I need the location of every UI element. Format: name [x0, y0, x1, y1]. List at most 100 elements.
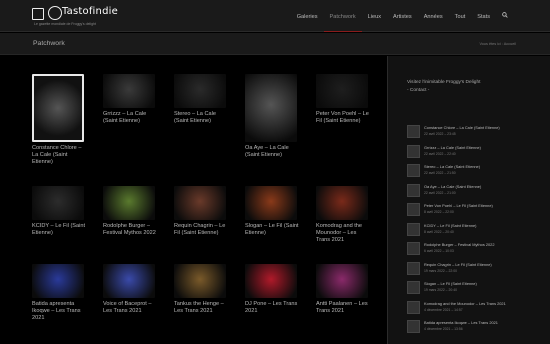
gallery-thumbnail[interactable] — [245, 74, 297, 142]
recent-title[interactable]: Oa Aye – La Cale (Saint Etienne) — [424, 184, 481, 189]
recent-title[interactable]: Constance Chlore – La Cale (Saint Etienn… — [424, 125, 500, 130]
recent-thumbnail[interactable] — [407, 125, 420, 138]
nav-stats[interactable]: Stats — [471, 0, 496, 32]
gallery-thumbnail[interactable] — [103, 264, 155, 298]
gallery-thumbnail[interactable] — [245, 264, 297, 298]
recent-title[interactable]: KCIDY – Le Fil (Saint Etienne) — [424, 223, 476, 228]
recent-thumbnail[interactable] — [407, 300, 420, 314]
recent-title[interactable]: Requin Chagrin – Le Fil (Saint Etienne) — [424, 262, 492, 267]
gallery-thumbnail[interactable] — [316, 74, 368, 108]
recent-thumbnail[interactable] — [407, 144, 420, 158]
search-icon[interactable] — [496, 0, 514, 32]
gallery-tile[interactable]: Peter Von Poehl – Le Fil (Saint Etienne) — [316, 74, 370, 125]
recent-thumbnail[interactable] — [407, 203, 420, 216]
recent-title[interactable]: Slogan – Le Fil (Saint Etienne) — [424, 281, 477, 286]
recent-item[interactable]: KCIDY – Le Fil (Saint Etienne) 8 avril 20… — [407, 222, 547, 242]
sidebar-intro-link[interactable]: Visitez l'inimitable Froggy's Delight — [407, 79, 480, 87]
gallery-caption[interactable]: Batida apresenta Ikoqwe – Les Trans 2021 — [32, 301, 86, 322]
recent-title[interactable]: Komodrag and the Mounodor – Les Trans 20… — [424, 301, 506, 306]
recent-thumbnail[interactable] — [407, 164, 420, 177]
recent-thumbnail[interactable] — [407, 261, 420, 275]
logo-circle-icon — [48, 6, 62, 20]
recent-thumbnail[interactable] — [407, 183, 420, 197]
nav-lieux[interactable]: Lieux — [362, 0, 387, 32]
recent-item[interactable]: Komodrag and the Mounodor – Les Trans 20… — [407, 300, 547, 320]
recent-title[interactable]: Rodolphe Burger – Festival Mythos 2022 — [424, 242, 495, 247]
gallery-tile[interactable]: DJ Pone – Les Trans 2021 — [245, 264, 299, 315]
nav-artistes[interactable]: Artistes — [387, 0, 418, 32]
gallery-caption[interactable]: Stereo – La Cale (Saint Etienne) — [174, 111, 228, 125]
nav-galeries[interactable]: Galeries — [291, 0, 324, 32]
gallery-caption[interactable]: Oa Aye – La Cale (Saint Etienne) — [245, 145, 299, 159]
recent-thumbnail[interactable] — [407, 320, 420, 333]
recent-item[interactable]: Rodolphe Burger – Festival Mythos 2022 6 … — [407, 241, 547, 261]
gallery-caption[interactable]: Grrizzz – La Cale (Saint Etienne) — [103, 111, 157, 125]
gallery-area: Constance Chlore – La Cale (Saint Etienn… — [0, 56, 388, 344]
gallery-thumbnail[interactable] — [174, 186, 226, 220]
gallery-tile[interactable]: Constance Chlore – La Cale (Saint Etienn… — [32, 74, 86, 166]
gallery-caption[interactable]: Peter Von Poehl – Le Fil (Saint Etienne) — [316, 111, 370, 125]
gallery-thumbnail[interactable] — [174, 264, 226, 298]
gallery-thumbnail[interactable] — [103, 74, 155, 108]
gallery-tile[interactable]: Slogan – Le Fil (Saint Etienne) — [245, 186, 299, 237]
gallery-tile[interactable]: Tankus the Henge – Les Trans 2021 — [174, 264, 228, 315]
gallery-thumbnail[interactable] — [32, 74, 84, 142]
gallery-caption[interactable]: Komodrag and the Mounodor – Les Trans 20… — [316, 223, 370, 244]
gallery-thumbnail[interactable] — [103, 186, 155, 220]
gallery-thumbnail[interactable] — [316, 186, 368, 220]
recent-title[interactable]: Grrizzz – La Cale (Saint Etienne) — [424, 145, 481, 150]
recent-title[interactable]: Stereo – La Cale (Saint Etienne) — [424, 164, 480, 169]
site-logo[interactable]: Tastofindie Le gazette mondiale de Frogg… — [32, 6, 118, 28]
gallery-tile[interactable]: Antti Paalanen – Les Trans 2021 — [316, 264, 370, 315]
gallery-tile[interactable]: Komodrag and the Mounodor – Les Trans 20… — [316, 186, 370, 244]
gallery-tile[interactable]: Batida apresenta Ikoqwe – Les Trans 2021 — [32, 264, 86, 322]
gallery-tile[interactable]: Grrizzz – La Cale (Saint Etienne) — [103, 74, 157, 125]
recent-item[interactable]: Requin Chagrin – Le Fil (Saint Etienne) 1… — [407, 261, 547, 281]
recent-date: 8 avril 2022 – 22:00 — [424, 210, 454, 214]
gallery-thumbnail[interactable] — [32, 264, 84, 298]
sidebar-contact-link[interactable]: - Contact - — [407, 87, 480, 95]
recent-date: 19 mars 2022 – 20:40 — [424, 288, 457, 292]
title-bar: Patchwork Vous êtes ici : Accueil — [0, 33, 550, 55]
gallery-tile[interactable]: Requin Chagrin – Le Fil (Saint Etienne) — [174, 186, 228, 237]
gallery-thumbnail[interactable] — [174, 74, 226, 108]
nav-patchwork[interactable]: Patchwork — [323, 0, 362, 32]
gallery-caption[interactable]: DJ Pone – Les Trans 2021 — [245, 301, 299, 315]
recent-thumbnail[interactable] — [407, 242, 420, 255]
gallery-caption[interactable]: Slogan – Le Fil (Saint Etienne) — [245, 223, 299, 237]
gallery-caption[interactable]: Voice of Baceprot – Les Trans 2021 — [103, 301, 157, 315]
gallery-tile[interactable]: Rodolphe Burger – Festival Mythos 2022 — [103, 186, 157, 237]
brand-tagline: Le gazette mondiale de Froggy's delight — [34, 22, 96, 26]
gallery-tile[interactable]: Stereo – La Cale (Saint Etienne) — [174, 74, 228, 125]
gallery-caption[interactable]: Tankus the Henge – Les Trans 2021 — [174, 301, 228, 315]
recent-thumbnail[interactable] — [407, 281, 420, 294]
gallery-caption[interactable]: Requin Chagrin – Le Fil (Saint Etienne) — [174, 223, 228, 237]
recent-item[interactable]: Batida apresenta Ikoqwe – Les Trans 2021… — [407, 319, 547, 339]
nav-annees[interactable]: Années — [418, 0, 449, 32]
recent-item[interactable]: Grrizzz – La Cale (Saint Etienne) 22 avri… — [407, 144, 547, 164]
gallery-caption[interactable]: Constance Chlore – La Cale (Saint Etienn… — [32, 145, 86, 166]
recent-title[interactable]: Peter Von Poehl – Le Fil (Saint Etienne) — [424, 203, 493, 208]
nav-tout[interactable]: Tout — [449, 0, 472, 32]
gallery-caption[interactable]: Rodolphe Burger – Festival Mythos 2022 — [103, 223, 157, 237]
gallery-thumbnail[interactable] — [245, 186, 297, 220]
recent-item[interactable]: Peter Von Poehl – Le Fil (Saint Etienne)… — [407, 202, 547, 222]
gallery-tile[interactable]: Oa Aye – La Cale (Saint Etienne) — [245, 74, 299, 159]
logo-square-icon — [32, 8, 44, 20]
recent-thumbnail[interactable] — [407, 222, 420, 236]
recent-item[interactable]: Oa Aye – La Cale (Saint Etienne) 22 avril… — [407, 183, 547, 203]
recent-item[interactable]: Stereo – La Cale (Saint Etienne) 22 avril… — [407, 163, 547, 183]
recent-date: 19 mars 2022 – 22:00 — [424, 268, 457, 273]
gallery-caption[interactable]: KCIDY – Le Fil (Saint Etienne) — [32, 223, 86, 237]
gallery-thumbnail[interactable] — [32, 186, 84, 220]
gallery-thumbnail[interactable] — [316, 264, 368, 298]
sidebar: Visitez l'inimitable Froggy's Delight - … — [388, 56, 550, 344]
breadcrumb[interactable]: Vous êtes ici : Accueil — [479, 42, 516, 46]
gallery-caption[interactable]: Antti Paalanen – Les Trans 2021 — [316, 301, 370, 315]
recent-title[interactable]: Batida apresenta Ikoqwe – Les Trans 2021 — [424, 320, 498, 325]
recent-list: Constance Chlore – La Cale (Saint Etienn… — [407, 124, 547, 339]
recent-item[interactable]: Constance Chlore – La Cale (Saint Etienn… — [407, 124, 547, 144]
gallery-tile[interactable]: Voice of Baceprot – Les Trans 2021 — [103, 264, 157, 315]
recent-item[interactable]: Slogan – Le Fil (Saint Etienne) 19 mars 2… — [407, 280, 547, 300]
gallery-tile[interactable]: KCIDY – Le Fil (Saint Etienne) — [32, 186, 86, 237]
